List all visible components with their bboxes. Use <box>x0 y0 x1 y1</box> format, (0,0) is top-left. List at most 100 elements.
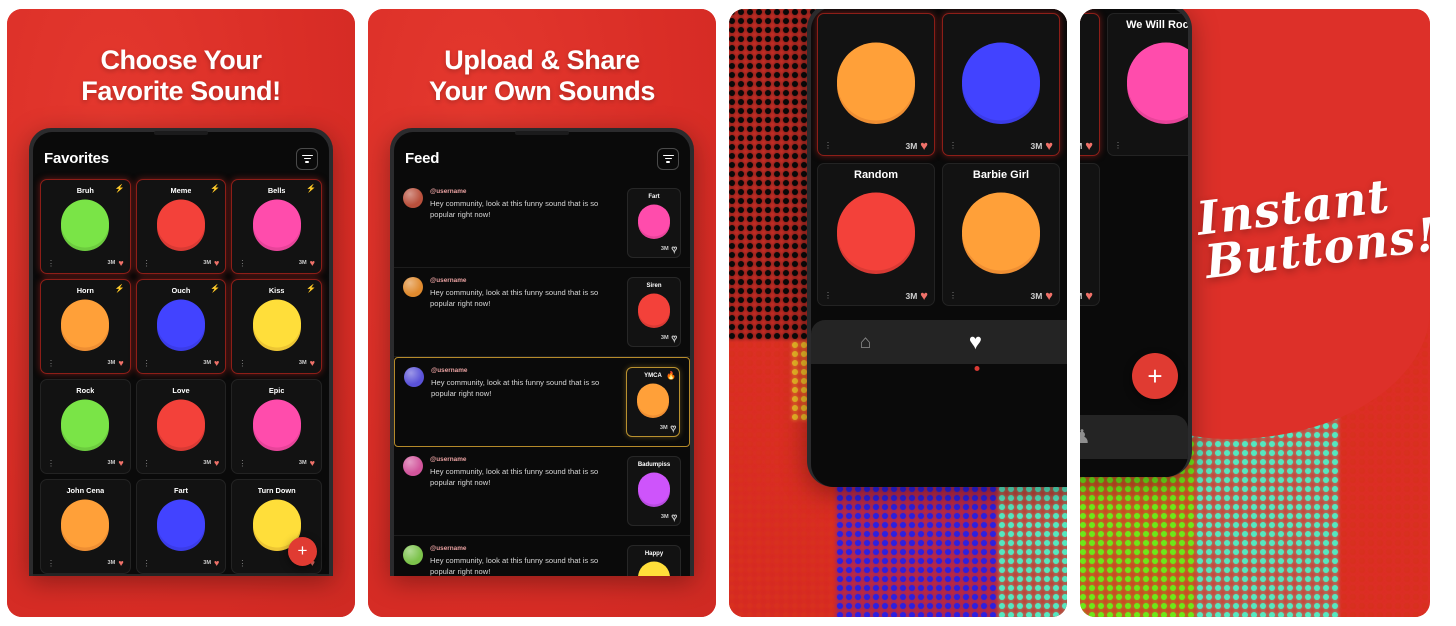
heart-icon[interactable]: ♥ <box>118 558 123 568</box>
avatar[interactable] <box>404 366 424 387</box>
sound-card[interactable]: John Cena ⋮ 3M ♥ <box>40 478 131 574</box>
post-username[interactable]: @username <box>430 456 620 463</box>
sound-card[interactable]: Barbie Girl ⋮ 3M ♥ <box>942 163 1060 306</box>
avatar[interactable] <box>403 187 423 208</box>
nav-home-icon[interactable]: ⌂ <box>65 575 73 576</box>
heart-icon[interactable]: ♥ <box>671 244 677 254</box>
add-sound-button[interactable]: + <box>1132 353 1178 399</box>
more-options-icon[interactable]: ⋮ <box>238 559 246 567</box>
add-sound-button[interactable]: + <box>288 536 317 566</box>
sound-play-button[interactable] <box>252 402 301 451</box>
feed-post[interactable]: @username Hey community, look at this fun… <box>394 268 690 357</box>
nav-heart-icon[interactable]: ♥ <box>969 331 982 353</box>
heart-icon[interactable]: ♥ <box>1085 289 1093 302</box>
feed-post[interactable]: @username Hey community, look at this fun… <box>394 447 690 536</box>
post-username[interactable]: @username <box>430 545 620 552</box>
post-username[interactable]: @username <box>430 277 620 284</box>
more-options-icon[interactable]: ⋮ <box>1114 142 1122 150</box>
sound-play-button[interactable] <box>638 564 670 576</box>
sound-play-button[interactable] <box>252 302 301 351</box>
heart-icon[interactable]: ♥ <box>1045 289 1053 302</box>
sound-play-button[interactable] <box>837 196 915 274</box>
sound-play-button[interactable] <box>156 402 205 451</box>
more-options-icon[interactable]: ⋮ <box>238 459 246 467</box>
more-options-icon[interactable]: ⋮ <box>824 142 832 150</box>
nav-home-icon[interactable]: ⌂ <box>860 333 871 352</box>
heart-icon[interactable]: ♥ <box>920 139 928 152</box>
sound-play-button[interactable] <box>962 46 1040 124</box>
sound-play-button[interactable] <box>638 475 670 508</box>
more-options-icon[interactable]: ⋮ <box>143 459 151 467</box>
sound-play-button[interactable] <box>638 207 670 240</box>
avatar[interactable] <box>403 276 423 297</box>
funnel-icon[interactable] <box>657 147 679 170</box>
sound-card[interactable]: Fart 3M ♥ <box>627 187 681 258</box>
more-options-icon[interactable]: ⋮ <box>238 259 246 267</box>
nav-heart-icon[interactable]: ♥ <box>137 574 146 576</box>
sound-card[interactable]: Rock ⋮ 3M ♥ <box>40 378 131 474</box>
more-options-icon[interactable]: ⋮ <box>143 559 151 567</box>
more-options-icon[interactable]: ⋮ <box>143 359 151 367</box>
nav-profile-icon[interactable]: ♟ <box>285 575 297 576</box>
feed-post[interactable]: @username Hey community, look at this fun… <box>394 536 690 576</box>
heart-icon[interactable]: ♥ <box>214 458 219 468</box>
nav-profile-icon[interactable]: ♟ <box>1080 428 1091 447</box>
sound-card[interactable]: Badumpiss 3M ♥ <box>627 455 681 526</box>
sound-card[interactable]: Ouch ⚡ ⋮ 3M ♥ <box>135 278 227 374</box>
feed-post[interactable]: @username Hey community, look at this fun… <box>394 179 690 268</box>
nav-flame-icon[interactable]: ◆ <box>211 575 221 576</box>
sound-play-button[interactable] <box>61 502 110 551</box>
more-options-icon[interactable]: ⋮ <box>949 142 957 150</box>
heart-icon[interactable]: ♥ <box>214 258 219 268</box>
more-options-icon[interactable]: ⋮ <box>47 259 55 267</box>
heart-icon[interactable]: ♥ <box>671 512 677 522</box>
sound-play-button[interactable] <box>61 402 110 451</box>
more-options-icon[interactable]: ⋮ <box>143 259 151 267</box>
avatar[interactable] <box>403 544 423 565</box>
sound-card[interactable]: I believe ⋮3M♥ <box>1080 163 1100 306</box>
more-options-icon[interactable]: ⋮ <box>47 459 55 467</box>
sound-play-button[interactable] <box>156 502 205 551</box>
post-username[interactable]: @username <box>431 367 619 374</box>
heart-icon[interactable]: ♥ <box>118 358 123 368</box>
sound-play-button[interactable] <box>637 386 669 419</box>
heart-icon[interactable]: ♥ <box>310 458 315 468</box>
heart-icon[interactable]: ♥ <box>214 558 219 568</box>
sound-card[interactable]: ⋮3M♥ <box>942 13 1060 156</box>
sound-card[interactable]: We Will Rock U ⋮3M♥ <box>1107 13 1188 156</box>
heart-icon[interactable]: ♥ <box>118 258 123 268</box>
sound-card[interactable]: Random ⋮ 3M ♥ <box>817 163 935 306</box>
sound-card[interactable]: Siren 3M ♥ <box>627 276 681 347</box>
heart-icon[interactable]: ♥ <box>1085 139 1093 152</box>
sound-card[interactable]: ⋮3M♥ <box>1080 13 1100 156</box>
sound-play-button[interactable] <box>156 302 205 351</box>
avatar[interactable] <box>403 455 423 476</box>
more-options-icon[interactable]: ⋮ <box>238 359 246 367</box>
sound-play-button[interactable] <box>1127 46 1188 124</box>
sound-card[interactable]: ⋮3M♥ <box>817 13 935 156</box>
sound-card[interactable]: Kiss ⚡ ⋮ 3M ♥ <box>231 278 322 374</box>
sound-card[interactable]: Epic ⋮ 3M ♥ <box>231 378 322 474</box>
sound-play-button[interactable] <box>61 202 110 251</box>
feed-post[interactable]: @username Hey community, look at this fun… <box>394 356 690 447</box>
sound-card[interactable]: Fart ⋮ 3M ♥ <box>135 478 227 574</box>
more-options-icon[interactable]: ⋮ <box>949 292 957 300</box>
sound-play-button[interactable] <box>638 296 670 329</box>
heart-icon[interactable]: ♥ <box>670 423 676 433</box>
sound-card[interactable]: Horn ⚡ ⋮ 3M ♥ <box>40 278 131 374</box>
sound-card[interactable]: Bells ⚡ ⋮ 3M ♥ <box>231 178 322 274</box>
more-options-icon[interactable]: ⋮ <box>47 559 55 567</box>
sound-card[interactable]: Meme ⚡ ⋮ 3M ♥ <box>135 178 227 274</box>
sound-play-button[interactable] <box>61 302 110 351</box>
heart-icon[interactable]: ♥ <box>671 333 677 343</box>
sound-play-button[interactable] <box>962 196 1040 274</box>
sound-play-button[interactable] <box>837 46 915 124</box>
heart-icon[interactable]: ♥ <box>1045 139 1053 152</box>
more-options-icon[interactable]: ⋮ <box>824 292 832 300</box>
more-options-icon[interactable]: ⋮ <box>47 359 55 367</box>
funnel-icon[interactable] <box>296 147 318 170</box>
heart-icon[interactable]: ♥ <box>920 289 928 302</box>
heart-icon[interactable]: ♥ <box>118 458 123 468</box>
sound-card[interactable]: Love ⋮ 3M ♥ <box>135 378 227 474</box>
sound-card[interactable]: YMCA 🔥 3M ♥ <box>626 366 680 437</box>
